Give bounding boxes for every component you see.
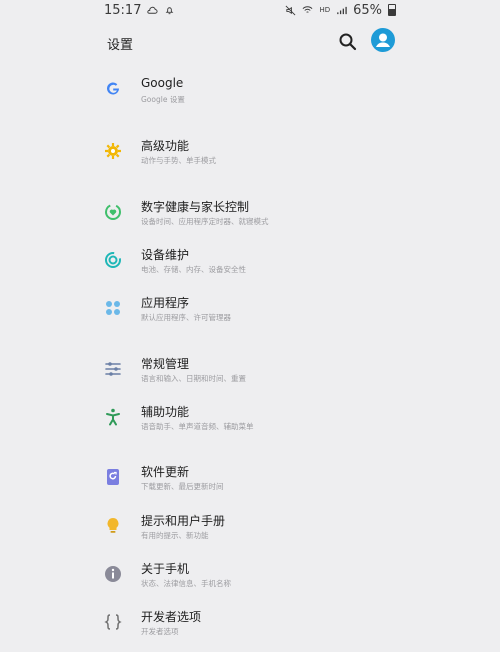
accessibility-icon <box>106 408 120 426</box>
settings-item-title: 设备维护 <box>141 248 190 262</box>
settings-item-title: 关于手机 <box>141 562 190 576</box>
settings-item-subtitle: 状态、法律信息、手机名称 <box>141 579 231 588</box>
settings-item-title: 常规管理 <box>141 357 190 371</box>
app-bar: 设置 <box>0 22 500 62</box>
info-icon <box>105 566 121 582</box>
settings-item-title: 数字健康与家长控制 <box>141 200 250 214</box>
settings-item-device-care[interactable]: 设备维护 电池、存储、内存、设备安全性 <box>0 242 500 282</box>
search-icon[interactable] <box>337 31 359 53</box>
settings-item-title: 应用程序 <box>141 296 190 310</box>
settings-item-advanced-features[interactable]: 高级功能 动作与手势、单手模式 <box>0 133 500 173</box>
settings-item-subtitle: Google 设置 <box>141 95 185 104</box>
settings-item-subtitle: 电池、存储、内存、设备安全性 <box>141 265 246 274</box>
settings-item-subtitle: 设备时间、应用程序定时器、就寝模式 <box>141 217 269 226</box>
lightbulb-icon <box>107 518 119 533</box>
google-icon <box>107 82 119 95</box>
settings-item-subtitle: 下载更新、最后更新时间 <box>141 482 224 491</box>
maintenance-icon <box>105 252 121 268</box>
settings-item-about-phone[interactable]: 关于手机 状态、法律信息、手机名称 <box>0 556 500 596</box>
settings-item-developer-options[interactable]: 开发者选项 开发者选项 <box>0 604 500 644</box>
cloud-icon <box>147 6 158 14</box>
settings-item-subtitle: 有用的提示、新功能 <box>141 531 209 540</box>
settings-item-title: 辅助功能 <box>141 405 190 419</box>
page-title: 设置 <box>107 38 134 53</box>
settings-item-software-update[interactable]: 软件更新 下载更新、最后更新时间 <box>0 459 500 499</box>
braces-icon <box>104 614 122 630</box>
wifi-icon <box>303 5 313 13</box>
settings-item-apps[interactable]: 应用程序 默认应用程序、许可管理器 <box>0 290 500 330</box>
star-gear-icon <box>105 143 121 159</box>
settings-item-title: 软件更新 <box>141 465 190 479</box>
profile-icon <box>376 33 390 47</box>
battery-percent: 65% <box>353 2 382 18</box>
settings-item-subtitle: 开发者选项 <box>141 627 179 636</box>
settings-item-tips-manual[interactable]: 提示和用户手册 有用的提示、新功能 <box>0 508 500 548</box>
settings-item-title: 高级功能 <box>141 139 190 153</box>
settings-item-title: 提示和用户手册 <box>141 514 226 528</box>
signal-icon <box>337 6 347 14</box>
mute-icon <box>286 5 296 15</box>
clock: 15:17 <box>104 2 142 18</box>
settings-item-subtitle: 默认应用程序、许可管理器 <box>141 313 231 322</box>
settings-item-accessibility[interactable]: 辅助功能 语音助手、单声道音频、辅助菜单 <box>0 399 500 439</box>
account-avatar[interactable] <box>371 28 395 52</box>
settings-item-digital-wellbeing[interactable]: 数字健康与家长控制 设备时间、应用程序定时器、就寝模式 <box>0 194 500 234</box>
sliders-icon <box>105 362 121 376</box>
status-bar: 15:17 HD 65% <box>0 0 500 20</box>
settings-item-subtitle: 动作与手势、单手模式 <box>141 156 216 165</box>
software-update-icon <box>107 469 119 485</box>
settings-item-title: Google <box>141 76 184 90</box>
settings-item-title: 开发者选项 <box>141 610 202 624</box>
apps-icon <box>106 301 120 315</box>
settings-item-subtitle: 语音助手、单声道音频、辅助菜单 <box>141 422 254 431</box>
network-type: HD <box>319 6 331 14</box>
notification-bell-icon <box>166 6 174 14</box>
settings-item-google[interactable]: Google Google 设置 <box>0 72 500 112</box>
settings-item-general-management[interactable]: 常规管理 语言和输入、日期和时间、重置 <box>0 351 500 391</box>
status-left: 15:17 <box>104 3 175 18</box>
wellbeing-icon <box>105 204 121 220</box>
settings-item-subtitle: 语言和输入、日期和时间、重置 <box>141 374 246 383</box>
status-right: HD 65% <box>285 3 396 18</box>
battery-icon <box>388 4 396 16</box>
